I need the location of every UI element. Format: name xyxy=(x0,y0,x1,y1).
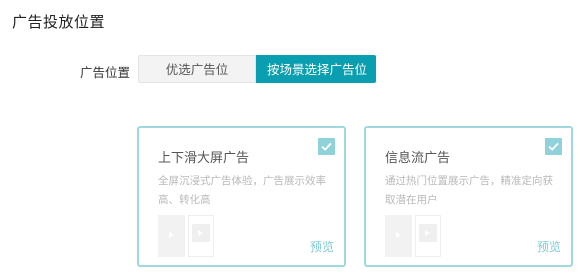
option-preferred-placement[interactable]: 优选广告位 xyxy=(138,55,256,83)
card-description: 通过热门位置展示广告，精准定向获取潜在用户 xyxy=(385,175,553,206)
check-icon[interactable] xyxy=(545,138,562,155)
placement-label: 广告位置 xyxy=(80,65,131,80)
video-thumb xyxy=(415,215,441,257)
section-title: 广告投放位置 xyxy=(12,13,106,31)
check-icon[interactable] xyxy=(318,138,335,155)
preview-link[interactable]: 预览 xyxy=(310,238,334,255)
video-thumb xyxy=(188,215,214,257)
option-scene-placement[interactable]: 按场景选择广告位 xyxy=(256,55,376,83)
card-title: 上下滑大屏广告 xyxy=(158,151,250,166)
card-title: 信息流广告 xyxy=(385,151,451,166)
preview-thumbnail xyxy=(158,215,214,257)
preview-link[interactable]: 预览 xyxy=(537,238,561,255)
placement-segmented-control: 优选广告位 按场景选择广告位 xyxy=(138,55,376,83)
ad-card-feed[interactable]: 信息流广告 通过热门位置展示广告，精准定向获取潜在用户 预览 xyxy=(364,126,573,267)
play-icon xyxy=(425,230,430,236)
play-icon xyxy=(169,232,174,238)
video-thumb xyxy=(385,215,412,257)
play-icon xyxy=(396,232,401,238)
card-description: 全屏沉浸式广告体验，广告展示效率高、转化高 xyxy=(158,175,326,206)
preview-thumbnail xyxy=(385,215,441,257)
video-thumb xyxy=(158,215,185,257)
ad-card-fullscreen-swipe[interactable]: 上下滑大屏广告 全屏沉浸式广告体验，广告展示效率高、转化高 预览 xyxy=(137,126,346,267)
play-icon xyxy=(198,230,203,236)
